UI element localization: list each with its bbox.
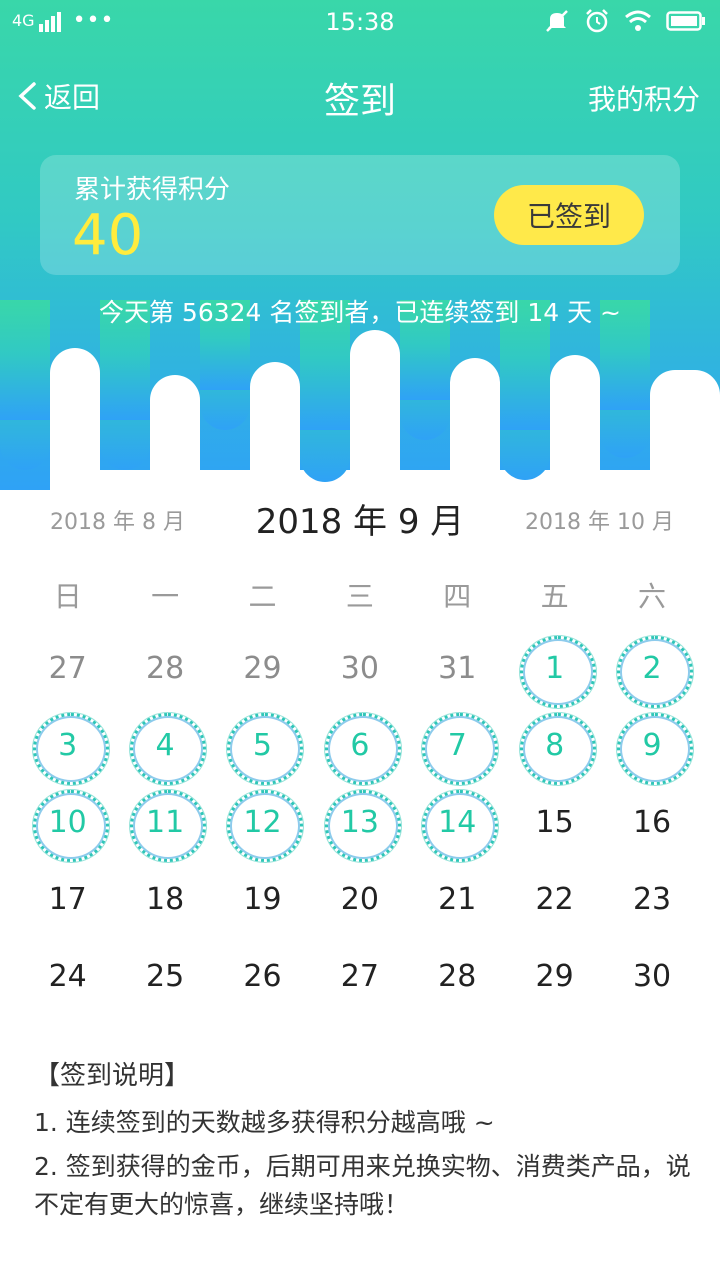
calendar-day[interactable]: 18 (116, 861, 213, 938)
points-card: 累计获得积分 40 已签到 (40, 155, 680, 275)
calendar-week: 17 18 19 20 21 22 23 (19, 861, 701, 938)
calendar-day-signed[interactable]: 14 (409, 784, 506, 862)
my-points-link[interactable]: 我的积分 (588, 78, 700, 118)
calendar-day-signed[interactable]: 6 (311, 707, 408, 785)
calendar-day[interactable]: 16 (603, 784, 700, 861)
calendar-day-signed[interactable]: 11 (116, 784, 213, 862)
rule-item: 2. 签到获得的金币，后期可用来兑换实物、消费类产品，说不定有更大的惊喜，继续坚… (34, 1152, 691, 1219)
calendar-day[interactable]: 25 (116, 938, 213, 1015)
weekday-label: 二 (248, 580, 277, 613)
calendar-day-signed[interactable]: 7 (409, 707, 506, 785)
calendar-day[interactable]: 15 (506, 784, 603, 861)
calendar-week: 27 28 29 30 31 1 2 (19, 630, 701, 708)
rules-title: 【签到说明】 (34, 1061, 191, 1091)
alarm-icon (584, 8, 610, 34)
calendar-day[interactable]: 29 (506, 938, 603, 1015)
calendar-day-signed[interactable]: 8 (506, 707, 603, 785)
calendar-day[interactable]: 28 (409, 938, 506, 1015)
status-bar: 4G ••• 15:38 (0, 0, 720, 48)
battery-icon (666, 10, 706, 32)
calendar-week: 24 25 26 27 28 29 30 (19, 938, 701, 1015)
calendar-day[interactable]: 30 (603, 938, 700, 1015)
points-value: 40 (72, 203, 144, 268)
calendar-day[interactable]: 30 (311, 630, 408, 707)
weekday-label: 三 (345, 580, 374, 613)
next-month-link[interactable]: 2018 年 10 月 (525, 504, 674, 536)
calendar-day[interactable]: 21 (409, 861, 506, 938)
calendar-day[interactable]: 27 (311, 938, 408, 1015)
calendar-day[interactable]: 26 (214, 938, 311, 1015)
sign-in-rules: 【签到说明】 1. 连续签到的天数越多获得积分越高哦 ~ 2. 签到获得的金币，… (34, 1055, 694, 1230)
calendar-week: 10 11 12 13 14 15 16 (19, 784, 701, 862)
wifi-icon (624, 9, 652, 33)
points-label: 累计获得积分 (74, 175, 231, 205)
calendar-day[interactable]: 17 (19, 861, 116, 938)
weekday-header: 日 一 二 三 四 五 六 (19, 575, 701, 615)
status-right (530, 8, 706, 34)
mute-icon (544, 8, 570, 34)
calendar-day[interactable]: 29 (214, 630, 311, 707)
calendar-day-signed[interactable]: 5 (214, 707, 311, 785)
calendar-day-signed[interactable]: 2 (603, 630, 700, 708)
nav-bar: 返回 签到 我的积分 (0, 64, 720, 134)
weekday-label: 六 (638, 580, 667, 613)
weekday-label: 五 (540, 580, 569, 613)
weekday-label: 四 (443, 580, 472, 613)
calendar-week: 3 4 5 6 7 8 9 (19, 707, 701, 785)
calendar-day[interactable]: 24 (19, 938, 116, 1015)
streak-text: 今天第 56324 名签到者，已连续签到 14 天 ~ (98, 298, 622, 327)
calendar-day[interactable]: 19 (214, 861, 311, 938)
calendar-day-signed[interactable]: 12 (214, 784, 311, 862)
calendar-day[interactable]: 28 (116, 630, 213, 707)
calendar-day[interactable]: 23 (603, 861, 700, 938)
weekday-label: 日 (53, 580, 82, 613)
month-navigation: 2018 年 8 月 2018 年 9 月 2018 年 10 月 (0, 490, 720, 550)
calendar-day-signed[interactable]: 13 (311, 784, 408, 862)
calendar-day-signed[interactable]: 1 (506, 630, 603, 708)
calendar-day-signed[interactable]: 9 (603, 707, 700, 785)
weekday-label: 一 (151, 580, 180, 613)
calendar-day-signed[interactable]: 3 (19, 707, 116, 785)
calendar-day-signed[interactable]: 4 (116, 707, 213, 785)
rule-item: 1. 连续签到的天数越多获得积分越高哦 ~ (34, 1108, 495, 1137)
calendar-grid: 27 28 29 30 31 1 2 3 4 5 6 7 8 9 10 11 1… (19, 630, 701, 1015)
calendar-day-signed[interactable]: 10 (19, 784, 116, 862)
signed-in-button[interactable]: 已签到 (494, 185, 644, 245)
calendar-day[interactable]: 31 (409, 630, 506, 707)
calendar-day[interactable]: 27 (19, 630, 116, 707)
calendar-day[interactable]: 20 (311, 861, 408, 938)
calendar-day[interactable]: 22 (506, 861, 603, 938)
